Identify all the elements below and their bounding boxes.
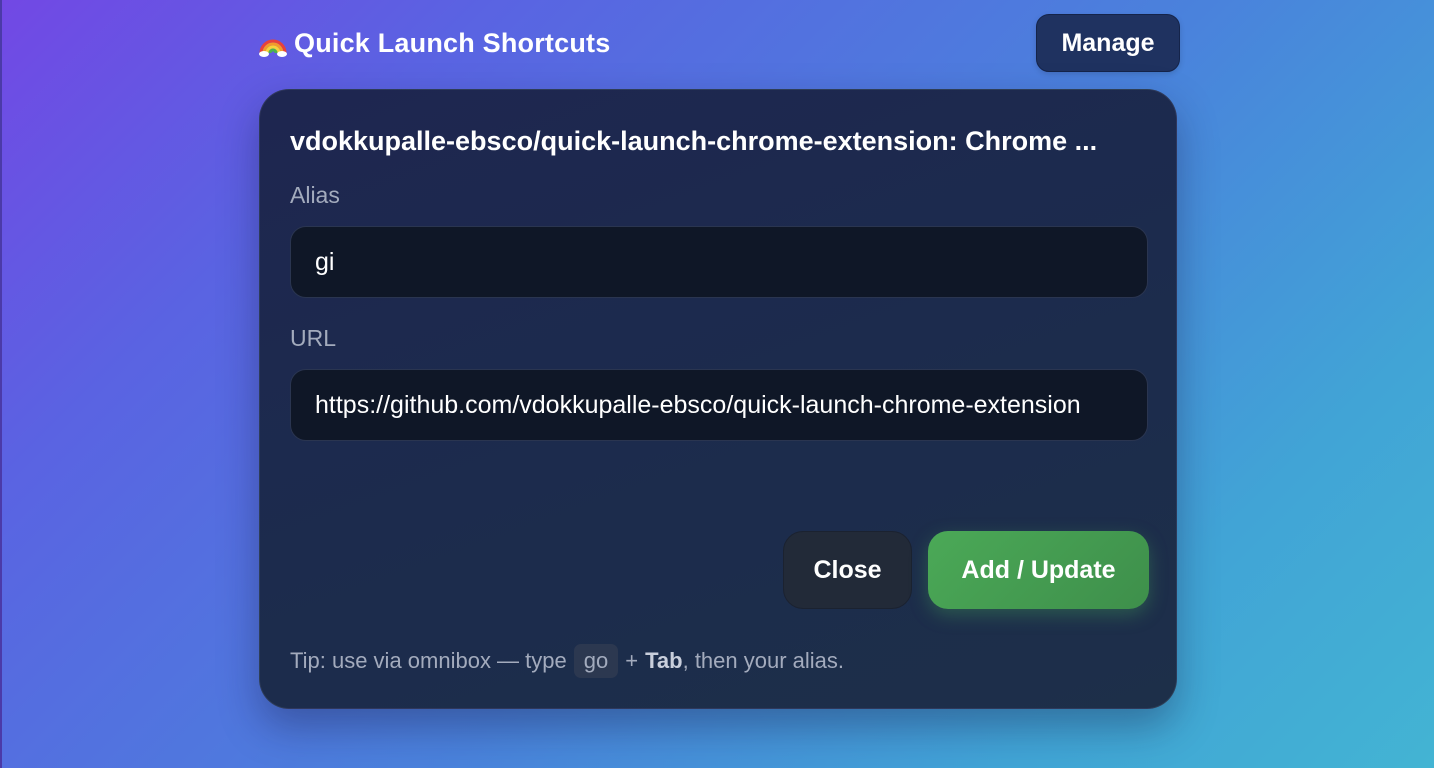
close-button[interactable]: Close [783,531,912,609]
tip-prefix: Tip: use via omnibox — type [290,648,567,673]
alias-input[interactable] [290,226,1148,298]
rainbow-icon [258,29,288,59]
manage-button[interactable]: Manage [1036,14,1180,72]
app-title-text: Quick Launch Shortcuts [294,28,611,58]
omnibox-tip: Tip: use via omnibox — type go + Tab , t… [290,644,844,678]
url-label: URL [290,325,337,351]
page-title: vdokkupalle-ebsco/quick-launch-chrome-ex… [290,126,1098,156]
tip-plus: + [625,648,639,673]
alias-label: Alias [290,182,340,208]
tip-keyword-code: go [573,644,619,678]
tip-key: Tab [645,648,683,673]
header: Quick Launch Shortcuts Manage [258,14,1180,74]
app-title: Quick Launch Shortcuts [258,28,610,59]
url-input[interactable] [290,369,1148,441]
window-left-edge [0,0,2,768]
shortcut-editor-card: vdokkupalle-ebsco/quick-launch-chrome-ex… [259,89,1177,709]
add-update-button[interactable]: Add / Update [928,531,1149,609]
tip-suffix: , then your alias. [682,648,845,673]
